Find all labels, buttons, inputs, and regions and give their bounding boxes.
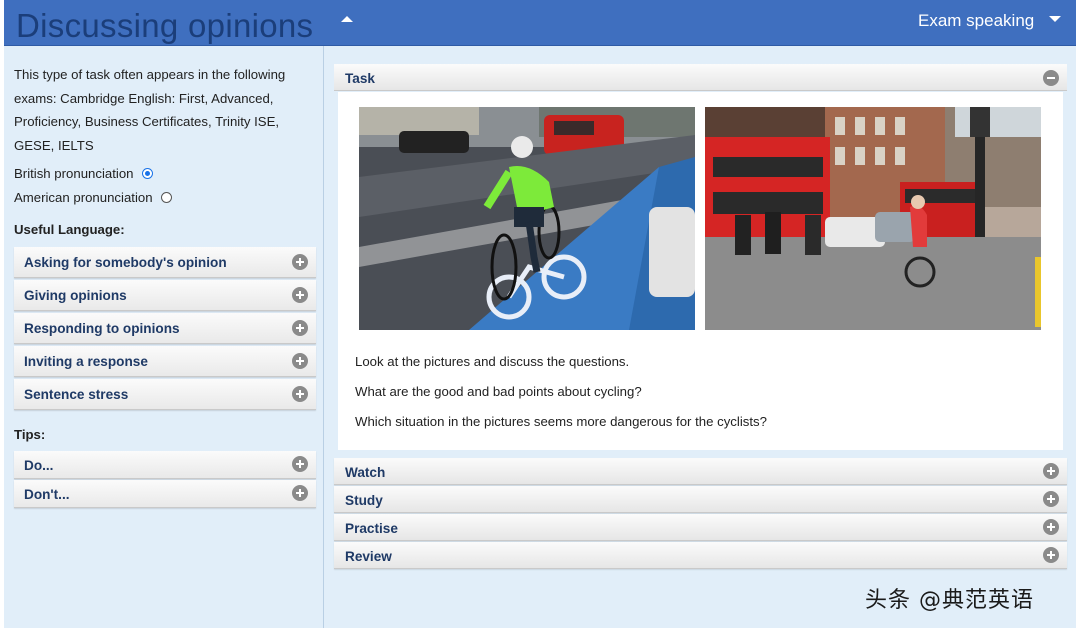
- plus-icon[interactable]: [292, 485, 308, 501]
- page-title: Discussing opinions: [16, 7, 314, 44]
- plus-icon[interactable]: [1043, 547, 1059, 563]
- british-radio[interactable]: [141, 168, 153, 179]
- accordion-responding-opinions[interactable]: Responding to opinions: [14, 313, 316, 344]
- american-radio[interactable]: [160, 192, 172, 203]
- accordion-asking-opinion[interactable]: Asking for somebody's opinion: [14, 247, 316, 278]
- accordion-label: Inviting a response: [24, 354, 148, 369]
- section-label: Watch: [345, 465, 386, 480]
- plus-icon[interactable]: [1043, 491, 1059, 507]
- plus-icon[interactable]: [1043, 519, 1059, 535]
- section-label: Study: [345, 493, 383, 508]
- plus-icon[interactable]: [292, 386, 308, 402]
- plus-icon[interactable]: [292, 254, 308, 270]
- plus-icon[interactable]: [292, 353, 308, 369]
- american-pronunciation-option[interactable]: American pronunciation: [14, 190, 172, 205]
- plus-icon[interactable]: [292, 287, 308, 303]
- accordion-label: Giving opinions: [24, 288, 127, 303]
- section-label: Practise: [345, 521, 398, 536]
- plus-icon[interactable]: [1043, 463, 1059, 479]
- accordion-label: Asking for somebody's opinion: [24, 255, 227, 270]
- task-instruction: Look at the pictures and discuss the que…: [355, 354, 630, 369]
- caret-down-icon[interactable]: [1049, 16, 1061, 22]
- task-label: Task: [345, 71, 375, 86]
- american-pronunciation-label: American pronunciation: [14, 190, 153, 205]
- task-panel: Look at the pictures and discuss the que…: [338, 92, 1063, 450]
- accordion-dont[interactable]: Don't...: [14, 480, 316, 508]
- left-sidebar: This type of task often appears in the f…: [4, 46, 324, 628]
- section-study[interactable]: Study: [334, 486, 1067, 513]
- accordion-inviting-response[interactable]: Inviting a response: [14, 346, 316, 377]
- section-label: Review: [345, 549, 392, 564]
- cyclist-lane-photo: [359, 107, 695, 330]
- accordion-giving-opinions[interactable]: Giving opinions: [14, 280, 316, 311]
- page-header: Discussing opinions Exam speaking: [4, 0, 1076, 46]
- watermark-text: 头条 @典范英语: [865, 588, 1034, 613]
- accordion-label: Don't...: [24, 487, 70, 502]
- plus-icon[interactable]: [292, 320, 308, 336]
- section-review[interactable]: Review: [334, 542, 1067, 569]
- london-street-photo: [705, 107, 1041, 330]
- accordion-label: Do...: [24, 458, 54, 473]
- section-practise[interactable]: Practise: [334, 514, 1067, 541]
- exam-intro-text: This type of task often appears in the f…: [14, 67, 286, 153]
- british-pronunciation-label: British pronunciation: [14, 166, 134, 181]
- task-accordion-header[interactable]: Task: [334, 64, 1067, 91]
- app-window: Discussing opinions Exam speaking This t…: [4, 0, 1076, 628]
- accordion-do[interactable]: Do...: [14, 451, 316, 479]
- british-pronunciation-option[interactable]: British pronunciation: [14, 166, 153, 181]
- task-question-1: What are the good and bad points about c…: [355, 384, 642, 399]
- plus-icon[interactable]: [292, 456, 308, 472]
- caret-up-icon[interactable]: [341, 16, 353, 22]
- accordion-label: Responding to opinions: [24, 321, 180, 336]
- section-watch[interactable]: Watch: [334, 458, 1067, 485]
- minus-icon[interactable]: [1043, 70, 1059, 86]
- exam-speaking-menu[interactable]: Exam speaking: [918, 10, 1034, 32]
- tips-heading: Tips:: [14, 427, 46, 442]
- useful-language-heading: Useful Language:: [14, 222, 125, 237]
- accordion-label: Sentence stress: [24, 387, 129, 402]
- task-question-2: Which situation in the pictures seems mo…: [355, 414, 767, 429]
- accordion-sentence-stress[interactable]: Sentence stress: [14, 379, 316, 410]
